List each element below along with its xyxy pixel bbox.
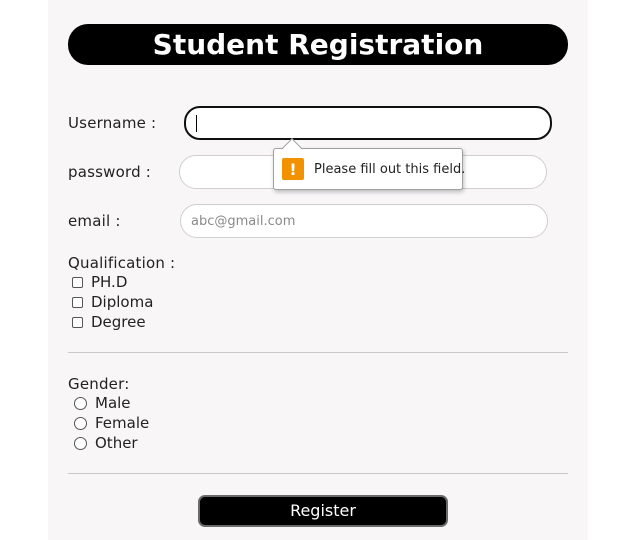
qualification-label: Qualification : bbox=[68, 254, 176, 272]
female-radio[interactable] bbox=[74, 416, 87, 430]
gender-label: Gender: bbox=[68, 375, 130, 393]
register-button[interactable]: Register bbox=[198, 495, 448, 527]
page-title: Student Registration bbox=[68, 24, 568, 65]
validation-message: Please fill out this field. bbox=[314, 161, 466, 177]
female-label: Female bbox=[95, 414, 150, 432]
diploma-label: Diploma bbox=[91, 293, 154, 311]
phd-checkbox[interactable] bbox=[72, 276, 83, 288]
gender-option-other[interactable]: Other bbox=[72, 433, 138, 453]
qualification-option-degree[interactable]: Degree bbox=[72, 312, 146, 332]
qualification-option-diploma[interactable]: Diploma bbox=[72, 292, 153, 312]
phd-label: PH.D bbox=[91, 273, 128, 291]
gender-option-male[interactable]: Male bbox=[72, 393, 131, 413]
warning-icon: ! bbox=[282, 158, 304, 180]
username-label: Username : bbox=[68, 114, 157, 132]
male-label: Male bbox=[95, 394, 131, 412]
email-label: email : bbox=[68, 212, 121, 230]
diploma-checkbox[interactable] bbox=[72, 296, 83, 308]
gender-option-female[interactable]: Female bbox=[72, 413, 149, 433]
email-input[interactable] bbox=[180, 204, 548, 238]
text-caret bbox=[196, 115, 197, 132]
section-divider bbox=[68, 352, 568, 353]
other-radio[interactable] bbox=[74, 436, 87, 450]
male-radio[interactable] bbox=[74, 396, 87, 410]
section-divider bbox=[68, 473, 568, 474]
degree-checkbox[interactable] bbox=[72, 316, 83, 328]
username-input[interactable] bbox=[184, 106, 552, 140]
password-label: password : bbox=[68, 163, 152, 181]
other-label: Other bbox=[95, 434, 138, 452]
degree-label: Degree bbox=[91, 313, 146, 331]
validation-tooltip: ! Please fill out this field. bbox=[273, 148, 466, 190]
qualification-option-phd[interactable]: PH.D bbox=[72, 272, 127, 292]
